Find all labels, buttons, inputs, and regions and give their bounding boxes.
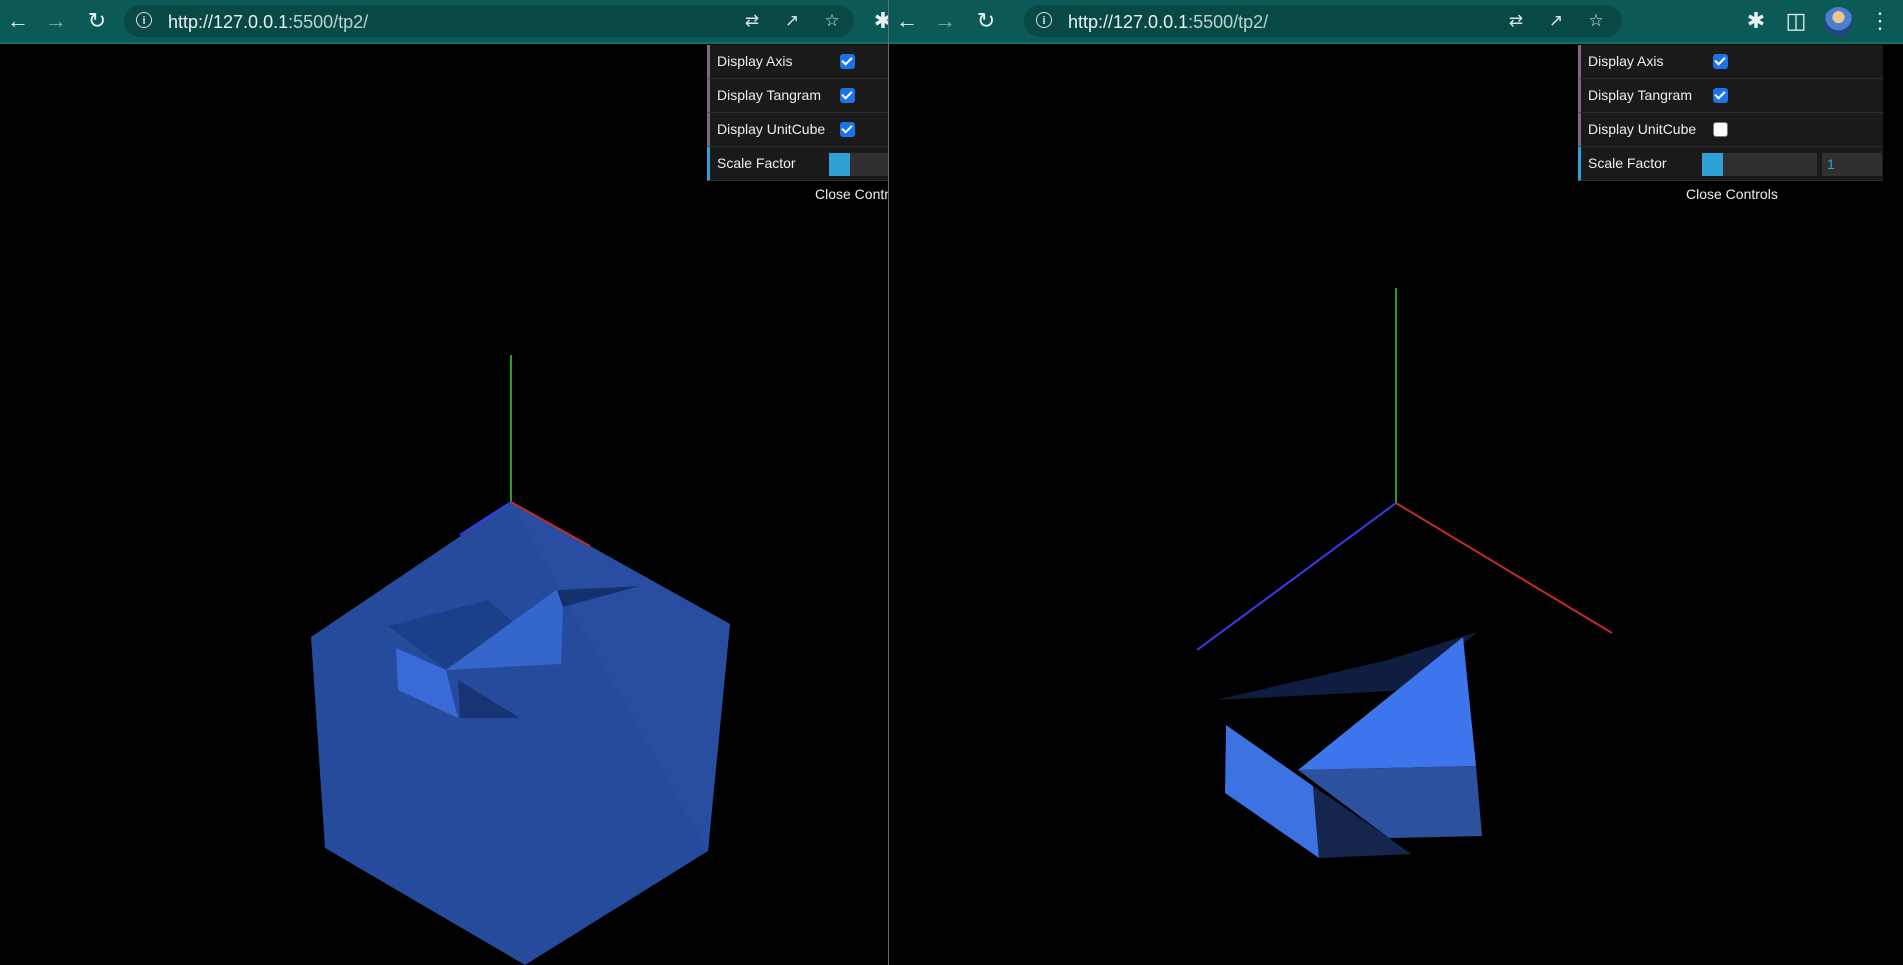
reload-icon[interactable]: ↻: [971, 6, 1001, 36]
x-axis-line: [1395, 502, 1613, 634]
slider-fill: [1702, 153, 1723, 176]
browser-toolbar: ← → ↻ i http://127.0.0.1:5500/tp2/ ⇄ ↗ ☆…: [889, 0, 1903, 44]
share-icon[interactable]: ↗: [1544, 9, 1568, 33]
display-axis-row[interactable]: Display Axis: [707, 45, 888, 79]
display-axis-checkbox[interactable]: [1713, 54, 1728, 69]
display-unitcube-label: Display UnitCube: [1588, 121, 1697, 137]
info-icon[interactable]: i: [1036, 12, 1052, 28]
display-axis-row[interactable]: Display Axis: [1578, 45, 1883, 79]
scale-factor-slider[interactable]: [829, 153, 888, 176]
right-browser-window: ← → ↻ i http://127.0.0.1:5500/tp2/ ⇄ ↗ ☆…: [889, 0, 1903, 965]
scale-factor-row[interactable]: Scale Factor: [707, 147, 888, 181]
display-tangram-label: Display Tangram: [1588, 87, 1693, 103]
left-browser-window: ← → ↻ i http://127.0.0.1:5500/tp2/ ⇄ ↗ ☆…: [0, 0, 888, 965]
back-icon[interactable]: ←: [892, 6, 922, 36]
scale-factor-input[interactable]: 1: [1822, 153, 1882, 176]
webgl-canvas[interactable]: [0, 44, 888, 965]
webgl-canvas[interactable]: [889, 44, 1903, 965]
close-controls-button[interactable]: Close Controls: [1686, 186, 1778, 202]
url-text[interactable]: http://127.0.0.1:5500/tp2/: [1068, 12, 1268, 33]
forward-icon[interactable]: →: [41, 6, 71, 36]
avatar[interactable]: [1824, 7, 1853, 36]
close-controls-button[interactable]: Close Controls: [815, 186, 888, 202]
display-tangram-row[interactable]: Display Tangram: [707, 79, 888, 113]
extensions-icon[interactable]: ✱: [868, 6, 888, 36]
display-tangram-label: Display Tangram: [717, 87, 822, 103]
display-unitcube-row[interactable]: Display UnitCube: [1578, 113, 1883, 147]
url-text[interactable]: http://127.0.0.1:5500/tp2/: [168, 12, 368, 33]
menu-icon[interactable]: ⋮: [1865, 6, 1895, 36]
display-tangram-row[interactable]: Display Tangram: [1578, 79, 1883, 113]
browser-toolbar: ← → ↻ i http://127.0.0.1:5500/tp2/ ⇄ ↗ ☆…: [0, 0, 888, 44]
tangram-pieces: [1216, 632, 1482, 858]
share-icon[interactable]: ↗: [780, 9, 804, 33]
scale-factor-label: Scale Factor: [1588, 155, 1667, 171]
translate-icon[interactable]: ⇄: [740, 9, 764, 33]
tangram-piece-small-left: [1225, 725, 1319, 858]
display-unitcube-checkbox[interactable]: [840, 122, 855, 137]
back-icon[interactable]: ←: [3, 6, 33, 36]
z-axis-line: [1196, 502, 1397, 651]
scale-factor-slider[interactable]: [1702, 153, 1817, 176]
display-unitcube-checkbox[interactable]: [1713, 122, 1728, 137]
display-axis-checkbox[interactable]: [840, 54, 855, 69]
display-tangram-checkbox[interactable]: [840, 88, 855, 103]
address-bar[interactable]: i http://127.0.0.1:5500/tp2/ ⇄ ↗ ☆: [124, 5, 854, 37]
star-icon[interactable]: ☆: [820, 9, 844, 33]
translate-icon[interactable]: ⇄: [1504, 9, 1528, 33]
tangram-piece-large-bright: [1298, 637, 1476, 770]
slider-fill: [829, 153, 850, 176]
display-axis-label: Display Axis: [1588, 53, 1664, 69]
axes-helper: [1196, 288, 1613, 651]
extensions-icon[interactable]: ✱: [1741, 6, 1771, 36]
controls-panel: Display Axis Display Tangram Display Uni…: [1578, 45, 1883, 181]
display-unitcube-row[interactable]: Display UnitCube: [707, 113, 888, 147]
star-icon[interactable]: ☆: [1584, 9, 1608, 33]
forward-icon[interactable]: →: [930, 6, 960, 36]
side-panel-icon[interactable]: ◫: [1781, 6, 1811, 36]
controls-panel: Display Axis Display Tangram Display Uni…: [707, 45, 888, 181]
display-axis-label: Display Axis: [717, 53, 793, 69]
display-unitcube-label: Display UnitCube: [717, 121, 826, 137]
reload-icon[interactable]: ↻: [82, 6, 112, 36]
unit-cube: [311, 502, 730, 965]
scale-factor-label: Scale Factor: [717, 155, 796, 171]
info-icon[interactable]: i: [136, 12, 152, 28]
scale-factor-row[interactable]: Scale Factor 1: [1578, 147, 1883, 181]
display-tangram-checkbox[interactable]: [1713, 88, 1728, 103]
address-bar[interactable]: i http://127.0.0.1:5500/tp2/ ⇄ ↗ ☆: [1024, 5, 1622, 37]
